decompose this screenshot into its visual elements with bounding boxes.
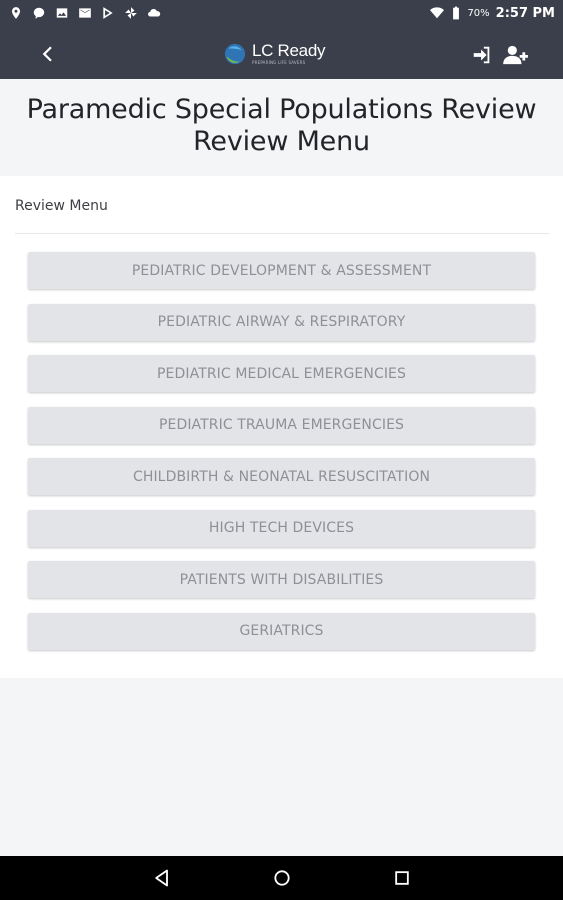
- mail-icon: [77, 5, 93, 21]
- system-indicators: 70% 2:57 PM: [429, 5, 555, 21]
- add-user-button[interactable]: [502, 43, 530, 67]
- divider: [15, 233, 549, 234]
- location-pin-icon: [8, 5, 24, 21]
- menu-button-pediatric-development[interactable]: PEDIATRIC DEVELOPMENT & ASSESSMENT: [28, 252, 535, 289]
- nav-back-button[interactable]: [150, 866, 174, 890]
- nav-recents-button[interactable]: [390, 866, 414, 890]
- image-icon: [54, 5, 70, 21]
- recents-square-icon: [394, 871, 409, 885]
- logo-tagline: PREPARING LIFE SAVERS: [252, 60, 306, 65]
- battery-percent: 70%: [467, 7, 490, 19]
- menu-button-pediatric-airway[interactable]: PEDIATRIC AIRWAY & RESPIRATORY: [28, 303, 535, 341]
- cloud-icon: [146, 5, 162, 21]
- play-store-icon: [100, 5, 116, 21]
- chevron-left-icon: [42, 46, 52, 62]
- section-label: Review Menu: [15, 198, 108, 214]
- page-title-line1: Paramedic Special Populations Review: [26, 94, 537, 125]
- back-triangle-icon: [154, 869, 168, 887]
- menu-button-pediatric-trauma[interactable]: PEDIATRIC TRAUMA EMERGENCIES: [28, 406, 535, 444]
- page-title-line2: Review Menu: [193, 126, 370, 157]
- back-button[interactable]: [34, 40, 62, 68]
- status-bar: 70% 2:57 PM: [0, 0, 563, 26]
- page-title: Paramedic Special Populations Review Rev…: [0, 94, 563, 158]
- menu-button-pediatric-medical[interactable]: PEDIATRIC MEDICAL EMERGENCIES: [28, 355, 535, 392]
- system-nav-bar: [0, 856, 563, 900]
- review-menu-list: PEDIATRIC DEVELOPMENT & ASSESSMENT PEDIA…: [28, 252, 535, 664]
- app-logo: LC Ready PREPARING LIFE SAVERS: [224, 38, 334, 70]
- menu-button-childbirth-neonatal[interactable]: CHILDBIRTH & NEONATAL RESUSCITATION: [28, 458, 535, 495]
- logo-globe-icon: [224, 43, 246, 65]
- sign-in-icon: [473, 46, 490, 64]
- notification-icons: [8, 5, 162, 21]
- add-user-icon: [503, 45, 528, 65]
- status-clock: 2:57 PM: [495, 5, 555, 21]
- chat-bubble-icon: [31, 5, 47, 21]
- menu-button-geriatrics[interactable]: GERIATRICS: [28, 612, 535, 650]
- battery-icon: [451, 5, 461, 21]
- logo-text: LC Ready: [252, 41, 326, 60]
- home-circle-icon: [273, 870, 290, 886]
- login-button[interactable]: [470, 43, 494, 67]
- app-bar: LC Ready PREPARING LIFE SAVERS: [0, 26, 563, 79]
- menu-button-patients-disabilities[interactable]: PATIENTS WITH DISABILITIES: [28, 561, 535, 598]
- wifi-icon: [429, 5, 445, 21]
- menu-button-high-tech-devices[interactable]: HIGH TECH DEVICES: [28, 509, 535, 547]
- pinwheel-icon: [123, 5, 139, 21]
- screen: 70% 2:57 PM LC Ready PREPARING LIFE SAVE…: [0, 0, 563, 900]
- review-menu-card: Review Menu PEDIATRIC DEVELOPMENT & ASSE…: [0, 176, 563, 678]
- nav-home-button[interactable]: [270, 866, 294, 890]
